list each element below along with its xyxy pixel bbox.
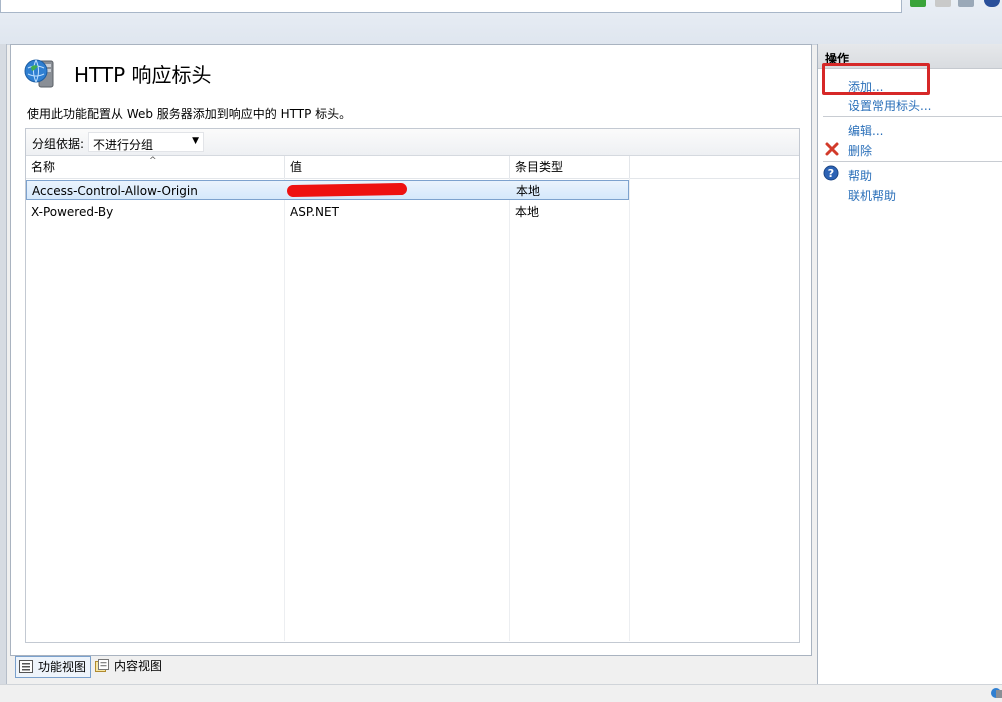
- online-help-link[interactable]: 联机帮助: [848, 187, 896, 204]
- feature-panel: HTTP 响应标头 使用此功能配置从 Web 服务器添加到响应中的 HTTP 标…: [10, 44, 812, 656]
- help-icon[interactable]: [984, 0, 1000, 7]
- globe-server-icon: [24, 59, 54, 88]
- divider: [823, 116, 1002, 117]
- table-row[interactable]: X-Powered-By ASP.NET 本地: [26, 202, 629, 222]
- feature-view-icon: [19, 660, 33, 673]
- redaction-mark: [286, 182, 408, 198]
- network-status-icon: [991, 688, 1002, 698]
- column-header-value[interactable]: 值: [285, 156, 510, 178]
- group-by-value: 不进行分组: [93, 138, 154, 152]
- group-by-label: 分组依据:: [32, 137, 85, 151]
- column-header-name[interactable]: 名称 ^: [26, 156, 285, 178]
- cell-type: 本地: [515, 205, 540, 219]
- sort-ascending-icon: ^: [149, 156, 157, 166]
- content-view-icon: [95, 659, 109, 672]
- tab-content-view[interactable]: 内容视图: [92, 656, 166, 676]
- divider: [823, 161, 1002, 162]
- annotation-highlight-box: [822, 63, 930, 95]
- svg-text:?: ?: [828, 167, 834, 180]
- delete-icon: [825, 142, 839, 156]
- connections-pane-edge: [0, 44, 7, 684]
- group-by-select[interactable]: 不进行分组 ▼: [88, 132, 204, 152]
- table-row[interactable]: Access-Control-Allow-Origin 本地: [26, 180, 629, 200]
- chevron-down-icon: ▼: [192, 136, 199, 146]
- column-divider: [629, 178, 630, 641]
- column-header-row: 名称 ^ 值 条目类型: [26, 156, 799, 179]
- page-description: 使用此功能配置从 Web 服务器添加到响应中的 HTTP 标头。: [27, 107, 352, 121]
- column-header-type[interactable]: 条目类型: [510, 156, 630, 178]
- refresh-icon[interactable]: [958, 0, 974, 7]
- set-common-headers-link[interactable]: 设置常用标头...: [848, 97, 931, 114]
- actions-pane: 操作 添加... 设置常用标头... 编辑... 删除 ? 帮助 联机帮助: [817, 44, 1002, 684]
- help-link[interactable]: 帮助: [848, 167, 872, 184]
- help-icon: ?: [823, 165, 839, 181]
- go-icon[interactable]: [910, 0, 926, 7]
- address-bar[interactable]: [0, 0, 902, 13]
- tab-feature-view[interactable]: 功能视图: [15, 656, 92, 678]
- stop-icon[interactable]: [935, 0, 951, 7]
- headers-list: 分组依据: 不进行分组 ▼ 名称 ^ 值 条目类型 Access-Control…: [25, 128, 800, 643]
- cell-name: X-Powered-By: [31, 205, 114, 219]
- top-toolbar: [0, 0, 1002, 45]
- delete-link[interactable]: 删除: [848, 142, 872, 159]
- edit-link[interactable]: 编辑...: [848, 122, 883, 139]
- status-bar: [0, 684, 1002, 702]
- column-divider: [509, 178, 510, 641]
- cell-type: 本地: [516, 184, 541, 198]
- cell-name: Access-Control-Allow-Origin: [32, 184, 198, 198]
- cell-value: ASP.NET: [290, 205, 339, 219]
- group-by-bar: 分组依据: 不进行分组 ▼: [26, 129, 799, 156]
- page-title: HTTP 响应标头: [74, 63, 212, 87]
- column-divider: [284, 178, 285, 641]
